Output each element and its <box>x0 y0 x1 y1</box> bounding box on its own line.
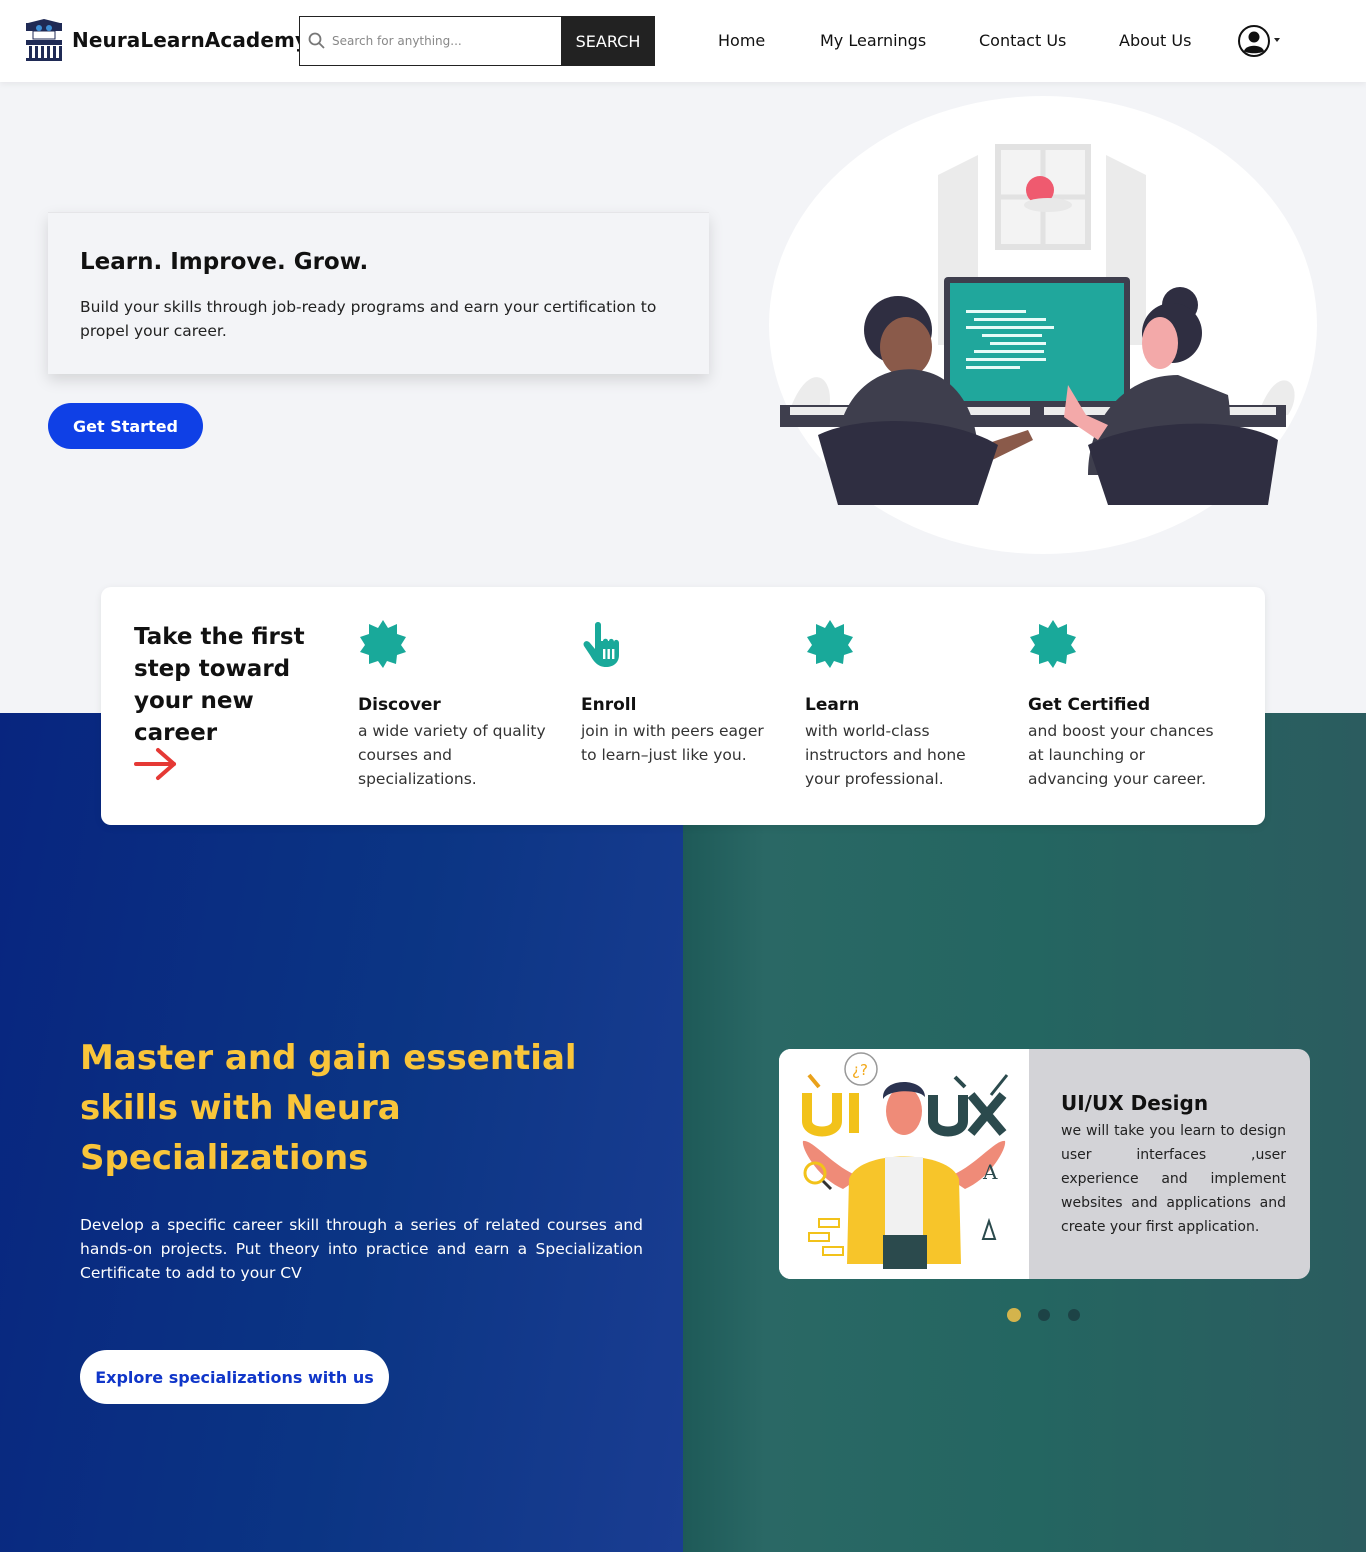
specializations-description: Develop a specific career skill through … <box>80 1216 643 1282</box>
specializations-title: Master and gain essential skills with Ne… <box>80 1038 577 1178</box>
career-steps-card: Take the first step toward your new care… <box>101 587 1265 825</box>
step-enroll: Enroll join in with peers eager to learn… <box>581 619 781 767</box>
step-learn: Learn with world-class instructors and h… <box>805 619 1005 791</box>
search-box <box>299 16 561 66</box>
search-input[interactable] <box>332 29 554 53</box>
step-description: with world-class instructors and hone yo… <box>805 722 966 788</box>
uiux-design-illustration: ¿? A <box>779 1049 1029 1279</box>
nav-link-about-us[interactable]: About Us <box>1119 31 1191 50</box>
explore-specializations-button[interactable]: Explore specializations with us <box>80 1350 389 1404</box>
hero-title: Learn. Improve. Grow. <box>80 249 369 275</box>
carousel-dot-1[interactable] <box>1007 1308 1021 1322</box>
hero-card: Learn. Improve. Grow. Build your skills … <box>48 212 709 374</box>
badge-icon <box>360 620 406 668</box>
nav-link-home[interactable]: Home <box>718 31 765 50</box>
chevron-down-icon[interactable] <box>1274 38 1280 42</box>
svg-text:¿?: ¿? <box>852 1061 868 1079</box>
step-title: Enroll <box>581 695 637 715</box>
step-get-certified: Get Certified and boost your chances at … <box>1028 619 1228 791</box>
navbar: NeuraLearnAcademy SEARCH Home My Learnin… <box>0 0 1366 82</box>
slide-description: we will take you learn to design user in… <box>1061 1123 1286 1235</box>
nav-link-contact-us[interactable]: Contact Us <box>979 31 1066 50</box>
step-description: join in with peers eager to learn–just l… <box>581 722 764 764</box>
page: NeuraLearnAcademy SEARCH Home My Learnin… <box>0 0 1366 1552</box>
badge-icon <box>807 620 853 668</box>
carousel-dot-3[interactable] <box>1068 1309 1080 1321</box>
slide-title: UI/UX Design <box>1061 1091 1209 1115</box>
get-started-button[interactable]: Get Started <box>48 403 203 449</box>
academy-logo-icon[interactable] <box>24 19 64 61</box>
coding-pair-illustration <box>769 96 1317 554</box>
steps-title: Take the first step toward your new care… <box>134 624 305 746</box>
step-description: and boost your chances at launching or a… <box>1028 722 1214 788</box>
step-description: a wide variety of quality courses and sp… <box>358 722 546 788</box>
carousel-dot-2[interactable] <box>1038 1309 1050 1321</box>
search-button[interactable]: SEARCH <box>561 16 655 66</box>
user-avatar-icon[interactable] <box>1238 25 1270 57</box>
badge-icon <box>1030 620 1076 668</box>
step-title: Discover <box>358 695 441 715</box>
nav-link-my-learnings[interactable]: My Learnings <box>820 31 926 50</box>
hero-subtitle: Build your skills through job-ready prog… <box>80 298 657 340</box>
carousel-slide[interactable]: ¿? A UI/UX Design we will take you learn… <box>779 1049 1310 1279</box>
pointer-hand-icon <box>583 622 619 667</box>
brand-name[interactable]: NeuraLearnAcademy <box>72 28 308 52</box>
search-icon <box>308 32 325 49</box>
step-discover: Discover a wide variety of quality cours… <box>358 619 558 791</box>
arrow-right-icon[interactable] <box>134 747 178 781</box>
step-title: Learn <box>805 695 860 715</box>
step-title: Get Certified <box>1028 695 1151 715</box>
svg-text:A: A <box>982 1160 998 1184</box>
